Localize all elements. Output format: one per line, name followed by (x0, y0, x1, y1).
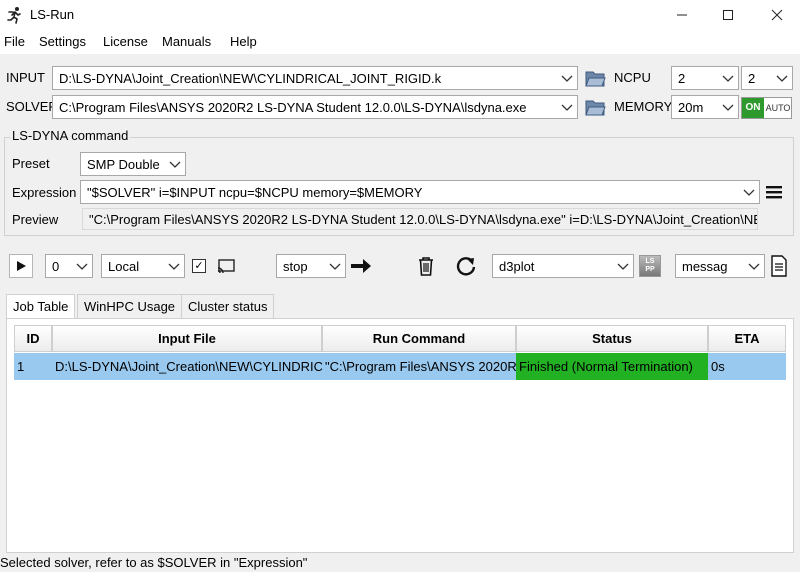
cell-eta: 0s (711, 359, 725, 374)
count-select[interactable]: 0 (45, 254, 93, 278)
tab-job-table[interactable]: Job Table (6, 294, 76, 319)
post-processor-value: d3plot (499, 259, 535, 274)
header-status[interactable]: Status (516, 325, 708, 352)
play-icon (17, 261, 26, 271)
status-bar: Selected solver, refer to as $SOLVER in … (0, 553, 800, 572)
ncpu-label: NCPU (614, 70, 651, 85)
chevron-down-icon (561, 104, 573, 111)
refresh-button[interactable] (454, 254, 478, 278)
header-id[interactable]: ID (14, 325, 52, 352)
stop-select[interactable]: stop (276, 254, 346, 278)
menu-settings[interactable]: Settings (39, 34, 86, 49)
table-header: ID Input File Run Command Status ETA (14, 325, 786, 352)
maximize-icon (723, 10, 733, 20)
window-title: LS-Run (30, 7, 75, 22)
solver-label: SOLVER (6, 99, 58, 114)
lspp-label: LS PP (645, 258, 657, 273)
toggle-on-label: ON (742, 98, 764, 118)
solver-combo[interactable]: C:\Program Files\ANSYS 2020R2 LS-DYNA St… (52, 95, 578, 119)
ncpu-secondary-select[interactable]: 2 (741, 66, 793, 90)
table-row[interactable]: 1 D:\LS-DYNA\Joint_Creation\NEW\CYLINDRI… (14, 353, 786, 380)
preset-select[interactable]: SMP Double (80, 152, 186, 176)
tab-cluster-status[interactable]: Cluster status (181, 294, 275, 318)
cell-status: Finished (Normal Termination) (516, 353, 708, 380)
memory-label: MEMORY (614, 99, 673, 114)
checkbox[interactable]: ✓ (192, 259, 206, 273)
expression-label: Expression (12, 185, 77, 200)
menu-manuals[interactable]: Manuals (162, 34, 211, 49)
input-file-value: D:\LS-DYNA\Joint_Creation\NEW\CYLINDRICA… (59, 71, 442, 86)
cast-icon[interactable] (216, 256, 236, 276)
post-processor-select[interactable]: d3plot (492, 254, 634, 278)
chevron-down-icon (743, 189, 755, 196)
close-button[interactable] (754, 0, 800, 30)
chevron-down-icon (722, 75, 734, 82)
chevron-down-icon (722, 104, 734, 111)
preview-value: "C:\Program Files\ANSYS 2020R2 LS-DYNA S… (89, 212, 757, 227)
preset-label: Preset (12, 156, 50, 171)
refresh-icon (456, 257, 476, 276)
preview-label: Preview (12, 212, 59, 227)
expression-combo[interactable]: "$SOLVER" i=$INPUT ncpu=$NCPU memory=$ME… (80, 180, 760, 204)
input-label: INPUT (6, 70, 45, 85)
delete-button[interactable] (414, 254, 438, 278)
run-button[interactable] (9, 254, 33, 278)
cell-run-command: "C:\Program Files\ANSYS 2020R2 LS-DYNA S… (325, 359, 516, 374)
maximize-button[interactable] (705, 0, 751, 30)
close-icon (771, 9, 783, 21)
menu-bar: File Settings License Manuals Help (0, 30, 800, 54)
minimize-icon (677, 14, 687, 16)
open-document-button[interactable] (767, 254, 791, 278)
folder-open-icon[interactable] (584, 96, 606, 118)
chevron-down-icon (561, 75, 573, 82)
running-man-icon (7, 7, 21, 24)
preview-field: "C:\Program Files\ANSYS 2020R2 LS-DYNA S… (82, 208, 758, 230)
memory-auto-toggle[interactable]: ON AUTO (741, 97, 792, 119)
chevron-down-icon (748, 263, 760, 270)
cell-input-file: D:\LS-DYNA\Joint_Creation\NEW\CYLINDRICA… (55, 359, 322, 374)
cell-id: 1 (17, 359, 25, 374)
minimize-button[interactable] (659, 0, 705, 30)
status-text: Selected solver, refer to as $SOLVER in … (0, 555, 308, 570)
chevron-down-icon (169, 161, 181, 168)
folder-open-icon[interactable] (584, 67, 606, 89)
send-button[interactable] (349, 254, 373, 278)
menu-file[interactable]: File (4, 34, 25, 49)
group-title: LS-DYNA command (10, 128, 131, 143)
menu-help[interactable]: Help (230, 34, 257, 49)
chevron-down-icon (329, 263, 341, 270)
header-run-command[interactable]: Run Command (322, 325, 516, 352)
chevron-down-icon (776, 75, 788, 82)
header-eta[interactable]: ETA (708, 325, 786, 352)
job-table-panel: ID Input File Run Command Status ETA 1 D… (6, 318, 794, 553)
location-select[interactable]: Local (101, 254, 185, 278)
chevron-down-icon (168, 263, 180, 270)
expression-value: "$SOLVER" i=$INPUT ncpu=$NCPU memory=$ME… (87, 185, 423, 200)
arrow-right-icon (351, 259, 371, 273)
message-select[interactable]: messag (675, 254, 765, 278)
document-icon (771, 255, 787, 277)
memory-select[interactable]: 20m (671, 95, 739, 119)
header-input-file[interactable]: Input File (52, 325, 322, 352)
chevron-down-icon (617, 263, 629, 270)
hamburger-menu-icon[interactable] (764, 182, 784, 202)
toggle-auto-label: AUTO (765, 103, 791, 113)
lspp-button[interactable]: LS PP (639, 255, 661, 277)
solver-value: C:\Program Files\ANSYS 2020R2 LS-DYNA St… (59, 100, 527, 115)
tab-winhpc-usage[interactable]: WinHPC Usage (77, 294, 183, 318)
input-file-combo[interactable]: D:\LS-DYNA\Joint_Creation\NEW\CYLINDRICA… (52, 66, 578, 90)
chevron-down-icon (76, 263, 88, 270)
title-bar: LS-Run (0, 0, 800, 30)
ncpu-select[interactable]: 2 (671, 66, 739, 90)
trash-icon (419, 257, 433, 276)
menu-license[interactable]: License (103, 34, 148, 49)
